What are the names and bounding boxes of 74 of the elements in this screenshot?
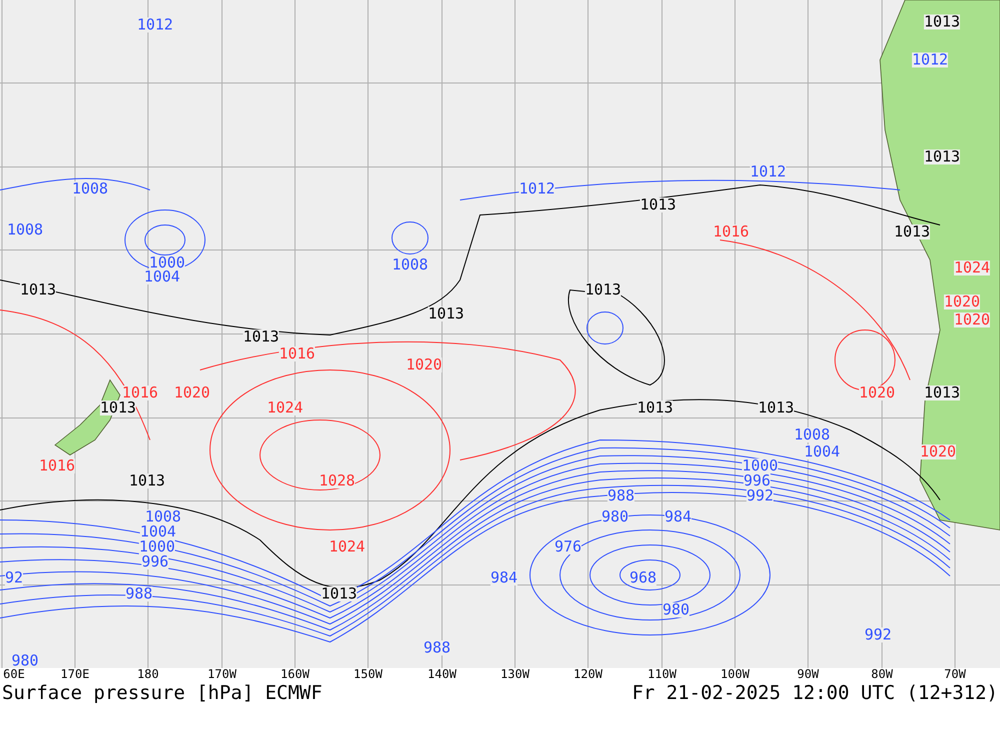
longitude-label: 140W (428, 668, 456, 680)
isobar-label: 1013 (924, 150, 960, 164)
isobar-label: 1008 (794, 428, 830, 442)
longitude-label: 130W (500, 668, 530, 680)
isobar-label: 980 (662, 602, 690, 618)
isobar-label: 988 (125, 586, 153, 602)
longitude-label: 60E (3, 668, 25, 680)
isobar-label: 992 (746, 488, 774, 504)
isobar-label: 1016 (122, 386, 158, 400)
longitude-label: 120W (574, 668, 602, 680)
isobar-label: 1000 (742, 458, 778, 474)
isobar-label: 1013 (924, 386, 960, 400)
isobar-label: 1008 (144, 510, 182, 524)
isobar-label: 1020 (920, 444, 956, 460)
isobar-label: 996 (743, 474, 771, 488)
isobar-label: 1013 (584, 282, 622, 298)
isobar-label: 996 (141, 554, 169, 570)
isobar-label: 1020 (858, 386, 896, 400)
isobar-label: 1013 (428, 306, 464, 322)
isobar-label: 992 (864, 628, 892, 642)
isobar-label: 1012 (912, 52, 948, 68)
isobar-label: 1004 (144, 270, 180, 284)
isobar-label: 1016 (712, 224, 750, 240)
isobar-label: 1012 (136, 18, 174, 32)
isobar-label: 1024 (954, 260, 990, 276)
map-title: Surface pressure [hPa] ECMWF (2, 684, 322, 703)
isobar-label: 1013 (20, 282, 56, 298)
isobar-label: 1013 (100, 400, 136, 416)
longitude-label: 150W (354, 668, 382, 680)
isobar-label: 1000 (148, 256, 186, 270)
longitude-label: 180 (137, 668, 159, 680)
longitude-label: 110W (648, 668, 676, 680)
longitude-label: 70W (944, 668, 966, 680)
isobar-label: 1020 (944, 294, 980, 310)
isobar-label: 1016 (38, 458, 76, 474)
isobar-label: 1028 (318, 474, 356, 488)
isobar-label: 1013 (924, 14, 960, 30)
isobar-label: 980 (601, 510, 629, 524)
isobar-label: 1020 (954, 312, 990, 328)
longitude-label: 80W (871, 668, 893, 680)
isobar-label: 1012 (518, 182, 556, 196)
isobar-label: 1008 (392, 258, 428, 272)
isobar-label: 976 (554, 540, 582, 554)
isobar-label: 988 (423, 640, 451, 656)
isobar-label: 1013 (128, 474, 166, 488)
longitude-label: 100W (720, 668, 750, 680)
valid-time: Fr 21-02-2025 12:00 UTC (12+312) (632, 684, 998, 703)
isobar-label: 1013 (894, 224, 930, 240)
isobar-label: 988 (607, 488, 635, 504)
isobar-label: 984 (490, 570, 518, 586)
isobar-label: 92 (4, 570, 24, 586)
isobar-label: 1024 (328, 540, 366, 554)
isobar-label: 1016 (278, 346, 316, 362)
isobar-label: 1020 (406, 358, 442, 372)
isobar-label: 1008 (6, 222, 44, 238)
isobar-label: 1004 (140, 524, 176, 540)
isobar-label: 980 (11, 654, 39, 668)
isobar-label: 1013 (640, 198, 676, 212)
isobar-label: 1004 (804, 444, 840, 460)
longitude-label: 170E (60, 668, 90, 680)
isobar-label: 1000 (138, 540, 176, 554)
isobar-label: 1013 (758, 400, 794, 416)
longitude-label: 170W (208, 668, 236, 680)
isobar-label: 968 (629, 570, 657, 586)
longitude-label: 160W (280, 668, 310, 680)
isobar-label: 1013 (320, 586, 358, 602)
isobar-label: 1013 (636, 400, 674, 416)
longitude-label: 90W (797, 668, 819, 680)
isobar-label: 1020 (174, 386, 210, 400)
isobar-label: 984 (664, 510, 692, 524)
isobar-label: 1013 (242, 330, 280, 344)
isobar-label: 1024 (266, 400, 304, 416)
isobar-label: 1012 (750, 164, 786, 180)
isobar-label: 1008 (72, 182, 108, 196)
